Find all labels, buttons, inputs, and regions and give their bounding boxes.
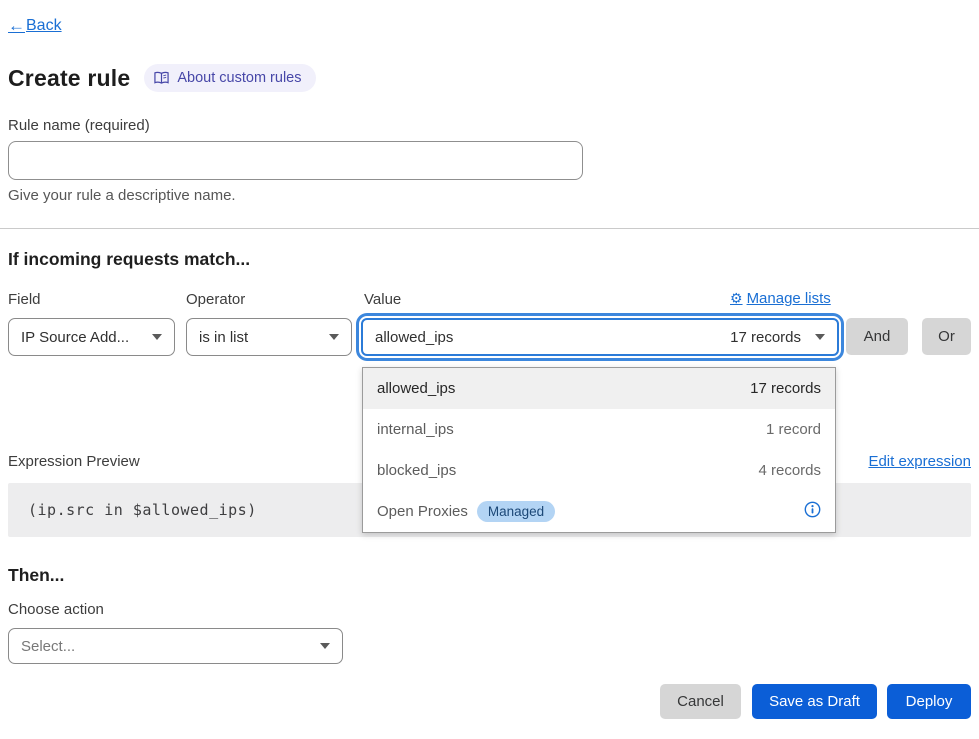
list-option-name: Open Proxies [377, 503, 468, 520]
match-section-heading: If incoming requests match... [8, 249, 250, 270]
rule-name-input[interactable] [8, 141, 583, 180]
list-option-name: internal_ips [377, 421, 454, 438]
field-select[interactable]: IP Source Add... [8, 318, 175, 356]
action-select[interactable]: Select... [8, 628, 343, 664]
book-icon [154, 71, 169, 85]
list-option-open-proxies[interactable]: Open Proxies Managed [363, 491, 835, 532]
operator-select[interactable]: is in list [186, 318, 352, 356]
field-label: Field [8, 291, 41, 308]
expression-preview-label: Expression Preview [8, 453, 140, 470]
list-option-records: 17 records [750, 380, 821, 397]
value-select-records: 17 records [730, 329, 801, 346]
chevron-down-icon [320, 643, 330, 649]
title-row: Create rule About custom rules [8, 64, 316, 92]
expression-code: (ip.src in $allowed_ips) [28, 501, 257, 519]
choose-action-label: Choose action [8, 601, 104, 618]
rule-name-label: Rule name (required) [8, 117, 150, 134]
value-select[interactable]: allowed_ips 17 records [361, 318, 839, 356]
gear-icon: ⚙ [730, 290, 743, 307]
field-select-value: IP Source Add... [21, 329, 129, 346]
info-icon[interactable] [804, 501, 821, 522]
back-link[interactable]: ←Back [8, 16, 62, 36]
chevron-down-icon [815, 334, 825, 340]
manage-lists-label: Manage lists [747, 290, 831, 307]
and-button[interactable]: And [846, 318, 908, 355]
create-rule-page: ←Back Create rule About custom rules Rul… [0, 0, 979, 739]
edit-expression-link[interactable]: Edit expression [868, 453, 971, 470]
list-option-name: blocked_ips [377, 462, 456, 479]
save-as-draft-button[interactable]: Save as Draft [752, 684, 877, 719]
back-label: Back [26, 17, 62, 35]
about-custom-rules-link[interactable]: About custom rules [144, 64, 315, 92]
chevron-down-icon [329, 334, 339, 340]
then-section-heading: Then... [8, 565, 64, 586]
operator-select-value: is in list [199, 329, 248, 346]
value-select-value: allowed_ips [375, 329, 453, 346]
action-select-placeholder: Select... [21, 638, 75, 655]
list-option-records: 1 record [766, 421, 821, 438]
managed-badge: Managed [477, 501, 555, 522]
about-badge-label: About custom rules [177, 70, 301, 86]
left-arrow-icon: ← [8, 16, 25, 36]
operator-label: Operator [186, 291, 245, 308]
list-option-internal-ips[interactable]: internal_ips 1 record [363, 409, 835, 450]
list-option-allowed-ips[interactable]: allowed_ips 17 records [363, 368, 835, 409]
list-option-records: 4 records [758, 462, 821, 479]
manage-lists-link[interactable]: ⚙Manage lists [730, 290, 840, 307]
rule-name-helper: Give your rule a descriptive name. [8, 187, 236, 204]
chevron-down-icon [152, 334, 162, 340]
list-dropdown-menu: allowed_ips 17 records internal_ips 1 re… [362, 367, 836, 533]
list-option-blocked-ips[interactable]: blocked_ips 4 records [363, 450, 835, 491]
section-divider [0, 228, 979, 229]
or-button[interactable]: Or [922, 318, 971, 355]
value-label: Value [364, 291, 401, 308]
deploy-button[interactable]: Deploy [887, 684, 971, 719]
list-option-name: allowed_ips [377, 380, 455, 397]
cancel-button[interactable]: Cancel [660, 684, 741, 719]
page-title: Create rule [8, 65, 130, 92]
